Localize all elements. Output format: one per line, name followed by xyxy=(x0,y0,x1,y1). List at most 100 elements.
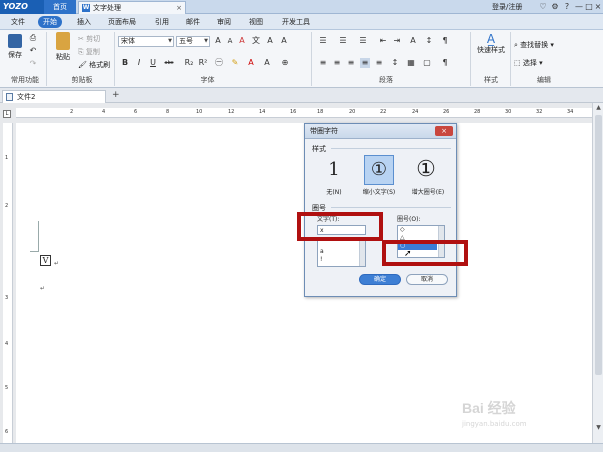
sort-icon[interactable]: ↕ xyxy=(424,36,434,46)
menu-file[interactable]: 文件 xyxy=(6,16,30,28)
scroll-up-icon[interactable]: ▲ xyxy=(594,103,603,112)
decrease-indent-icon[interactable]: ⇤ xyxy=(378,36,388,46)
select-button[interactable]: ⬚ 选择 ▾ xyxy=(514,58,543,68)
undo-icon[interactable]: ↶ xyxy=(28,46,38,56)
show-marks-icon[interactable]: ¶ xyxy=(440,36,450,46)
paragraph-dialog-icon[interactable]: ¶ xyxy=(440,58,450,68)
list-scrollbar[interactable] xyxy=(359,238,365,266)
numbering-icon[interactable]: ☰ xyxy=(338,36,348,46)
document-app-tab-label: 文字处理 xyxy=(93,4,121,12)
ruler-tick: 26 xyxy=(443,109,450,115)
ruler-tick: 18 xyxy=(317,109,324,115)
vertical-scrollbar[interactable]: ▲ ▼ xyxy=(592,103,603,443)
ribbon-divider xyxy=(46,32,47,86)
login-link[interactable]: 登录/注册 xyxy=(492,1,522,13)
enclose-char-button[interactable]: ㊀ xyxy=(214,58,224,68)
annotation-box-text xyxy=(297,212,383,241)
char-scale-icon[interactable]: ⊕ xyxy=(280,58,290,68)
char-shading-icon[interactable]: A xyxy=(279,36,289,46)
menu-view[interactable]: 视图 xyxy=(244,16,268,28)
close-icon[interactable]: × xyxy=(176,2,182,14)
chinese-layout-icon[interactable]: A xyxy=(408,36,418,46)
menu-review[interactable]: 审阅 xyxy=(212,16,236,28)
menu-insert[interactable]: 插入 xyxy=(72,16,96,28)
menu-home[interactable]: 开始 xyxy=(38,16,62,28)
italic-button[interactable]: I xyxy=(134,58,144,68)
underline-button[interactable]: U xyxy=(148,58,158,68)
print-icon[interactable]: ⎙ xyxy=(28,33,38,43)
group-label-common: 常用功能 xyxy=(11,76,39,84)
font-size-select[interactable]: 五号 ▼ xyxy=(176,36,210,47)
style-shrink-text-label[interactable]: 缩小文字(S) xyxy=(355,187,403,196)
save-button[interactable]: 保存 xyxy=(4,34,26,60)
shrink-font-icon[interactable]: A xyxy=(225,36,235,46)
copy-button[interactable]: ⎘ 复制 xyxy=(78,47,100,57)
style-none-option[interactable]: 1 xyxy=(319,155,349,185)
align-center-icon[interactable]: ≡ xyxy=(332,58,342,68)
style-enlarge-symbol-label[interactable]: 增大圈号(E) xyxy=(403,187,453,196)
ruler-tick: 30 xyxy=(505,109,512,115)
circle-field-label: 圈号(O): xyxy=(397,216,421,223)
scroll-down-icon[interactable]: ▼ xyxy=(594,423,603,432)
tab-file2[interactable]: 文件2 xyxy=(2,90,106,103)
home-tab[interactable]: 首页 xyxy=(44,0,76,14)
help-icon[interactable]: ? xyxy=(561,1,573,13)
settings-icon[interactable]: ⚙ xyxy=(549,1,561,13)
multilevel-list-icon[interactable]: ☰ xyxy=(358,36,368,46)
horizontal-ruler[interactable]: 2 4 6 8 10 12 14 16 18 20 22 24 26 28 30… xyxy=(16,108,592,118)
borders-icon[interactable]: ▢ xyxy=(422,58,432,68)
dialog-close-button[interactable]: × xyxy=(435,126,453,136)
bold-button[interactable]: B xyxy=(120,58,130,68)
superscript-button[interactable]: R² xyxy=(198,58,208,68)
grow-font-icon[interactable]: A xyxy=(213,36,223,46)
menu-page-layout[interactable]: 页面布局 xyxy=(103,16,141,28)
paste-button[interactable]: 粘贴 xyxy=(52,32,74,62)
favorite-icon[interactable]: ♡ xyxy=(537,1,549,13)
redo-icon[interactable]: ↷ xyxy=(28,59,38,69)
paragraph-mark: ↵ xyxy=(54,260,60,267)
shading-icon[interactable]: ▦ xyxy=(406,58,416,68)
cancel-button[interactable]: 取消 xyxy=(406,274,448,285)
cut-button[interactable]: ✂ 剪切 xyxy=(78,34,100,44)
find-replace-button[interactable]: ⌕ 查找替换 ▾ xyxy=(514,40,554,50)
highlight-icon[interactable]: ✎ xyxy=(230,58,240,68)
vertical-ruler[interactable]: 1 2 3 4 5 6 xyxy=(3,123,13,443)
menu-bar: 文件 开始 插入 页面布局 引用 邮件 审阅 视图 开发工具 xyxy=(0,14,603,30)
list-item[interactable]: a xyxy=(318,248,365,256)
list-item[interactable]: ! xyxy=(318,256,365,264)
paragraph-mark: ↵ xyxy=(40,285,46,292)
ribbon-divider xyxy=(114,32,115,86)
font-family-select[interactable]: 宋体 ▼ xyxy=(118,36,174,47)
style-none-label[interactable]: 无(N) xyxy=(311,187,357,196)
subscript-button[interactable]: R₂ xyxy=(184,58,194,68)
format-painter-button[interactable]: 🖌 格式刷 xyxy=(78,60,110,70)
align-right-icon[interactable]: ≡ xyxy=(346,58,356,68)
tab-stop-selector[interactable]: L xyxy=(3,110,11,118)
document-app-tab[interactable]: W 文字处理 × xyxy=(78,1,186,14)
font-color-icon[interactable]: A xyxy=(246,58,256,68)
char-border-icon[interactable]: A xyxy=(265,36,275,46)
menu-references[interactable]: 引用 xyxy=(150,16,174,28)
bullets-icon[interactable]: ☰ xyxy=(318,36,328,46)
menu-developer[interactable]: 开发工具 xyxy=(277,16,315,28)
new-tab-button[interactable]: + xyxy=(112,90,120,101)
strikethrough-button[interactable]: abc xyxy=(164,58,174,68)
style-enlarge-symbol-option[interactable]: ① xyxy=(411,155,441,185)
line-spacing-icon[interactable]: ↕ xyxy=(390,58,400,68)
distribute-icon[interactable]: ≡ xyxy=(374,58,384,68)
scrollbar-thumb[interactable] xyxy=(595,115,602,375)
quick-styles-button[interactable]: A̲ 快速样式 xyxy=(474,33,508,55)
ok-button[interactable]: 确定 xyxy=(359,274,401,285)
justify-icon[interactable]: ≡ xyxy=(360,58,370,68)
align-left-icon[interactable]: ≡ xyxy=(318,58,328,68)
menu-mailings[interactable]: 邮件 xyxy=(181,16,205,28)
phonetic-icon[interactable]: 文 xyxy=(251,36,261,46)
window-close-icon[interactable]: × xyxy=(592,1,603,13)
enclosed-character[interactable]: V xyxy=(40,255,51,266)
style-shrink-text-option[interactable]: ① xyxy=(364,155,394,185)
ruler-tick: 24 xyxy=(412,109,419,115)
text-list[interactable]: a ! xyxy=(317,237,366,267)
increase-indent-icon[interactable]: ⇥ xyxy=(392,36,402,46)
text-effects-icon[interactable]: A xyxy=(262,58,272,68)
clear-format-icon[interactable]: A xyxy=(237,36,247,46)
